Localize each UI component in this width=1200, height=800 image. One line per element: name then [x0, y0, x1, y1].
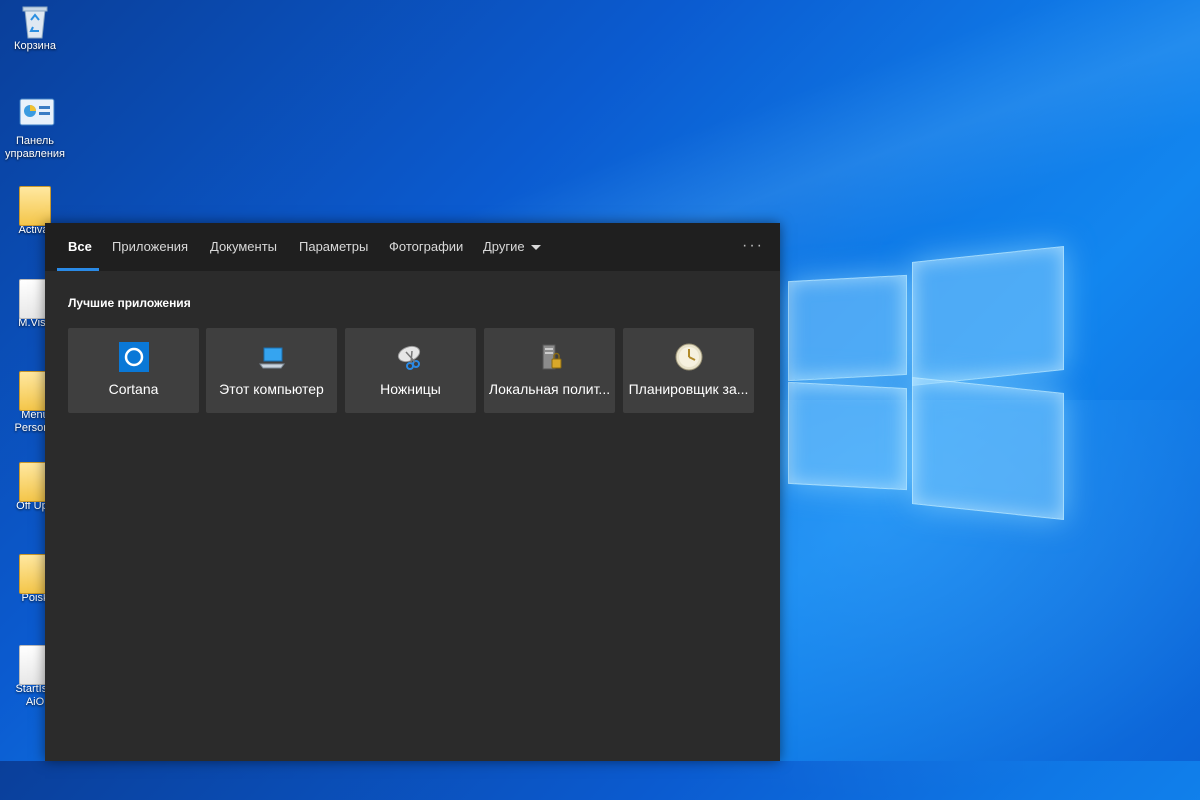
app-tile-this-pc[interactable]: Этот компьютер [206, 328, 337, 413]
control-panel-icon [18, 97, 55, 131]
tab-more-dropdown[interactable]: Другие [483, 223, 541, 271]
app-tile-label: Ножницы [380, 381, 441, 397]
recycle-bin-icon [18, 2, 52, 39]
tab-apps[interactable]: Приложения [112, 223, 188, 271]
desktop-icon-recycle-bin[interactable]: Корзина [0, 2, 70, 53]
desktop-icon-label: Корзина [14, 40, 56, 52]
scissors-icon [396, 342, 426, 372]
search-tabs: Все Приложения Документы Параметры Фотог… [45, 223, 780, 271]
app-tile-task-scheduler[interactable]: Планировщик за... [623, 328, 754, 413]
app-tile-snipping-tool[interactable]: Ножницы [345, 328, 476, 413]
cortana-icon [118, 342, 149, 372]
app-tile-cortana[interactable]: Cortana [68, 328, 199, 413]
tab-documents[interactable]: Документы [210, 223, 277, 271]
task-scheduler-icon [674, 342, 704, 372]
app-tile-local-policy[interactable]: Локальная полит... [484, 328, 615, 413]
computer-icon [257, 342, 287, 372]
local-policy-icon [535, 342, 565, 372]
app-tile-label: Локальная полит... [488, 381, 611, 397]
folder-icon [18, 186, 52, 226]
tab-more-label: Другие [483, 239, 525, 254]
desktop-icon-label: Панель управления [5, 135, 65, 160]
desktop-icon-control-panel[interactable]: Панель управления [0, 97, 70, 161]
more-options-button[interactable]: ··· [742, 237, 764, 255]
app-tile-label: Этот компьютер [219, 381, 324, 397]
search-panel: Все Приложения Документы Параметры Фотог… [45, 223, 780, 761]
tab-settings[interactable]: Параметры [299, 223, 368, 271]
tab-all[interactable]: Все [68, 223, 92, 271]
active-tab-indicator [57, 268, 99, 271]
tab-photos[interactable]: Фотографии [389, 223, 463, 271]
caret-down-icon [530, 245, 541, 251]
section-title: Лучшие приложения [68, 296, 191, 310]
app-tile-label: Планировщик за... [628, 381, 749, 397]
app-tile-label: Cortana [108, 381, 159, 397]
windows-logo [785, 238, 1065, 528]
